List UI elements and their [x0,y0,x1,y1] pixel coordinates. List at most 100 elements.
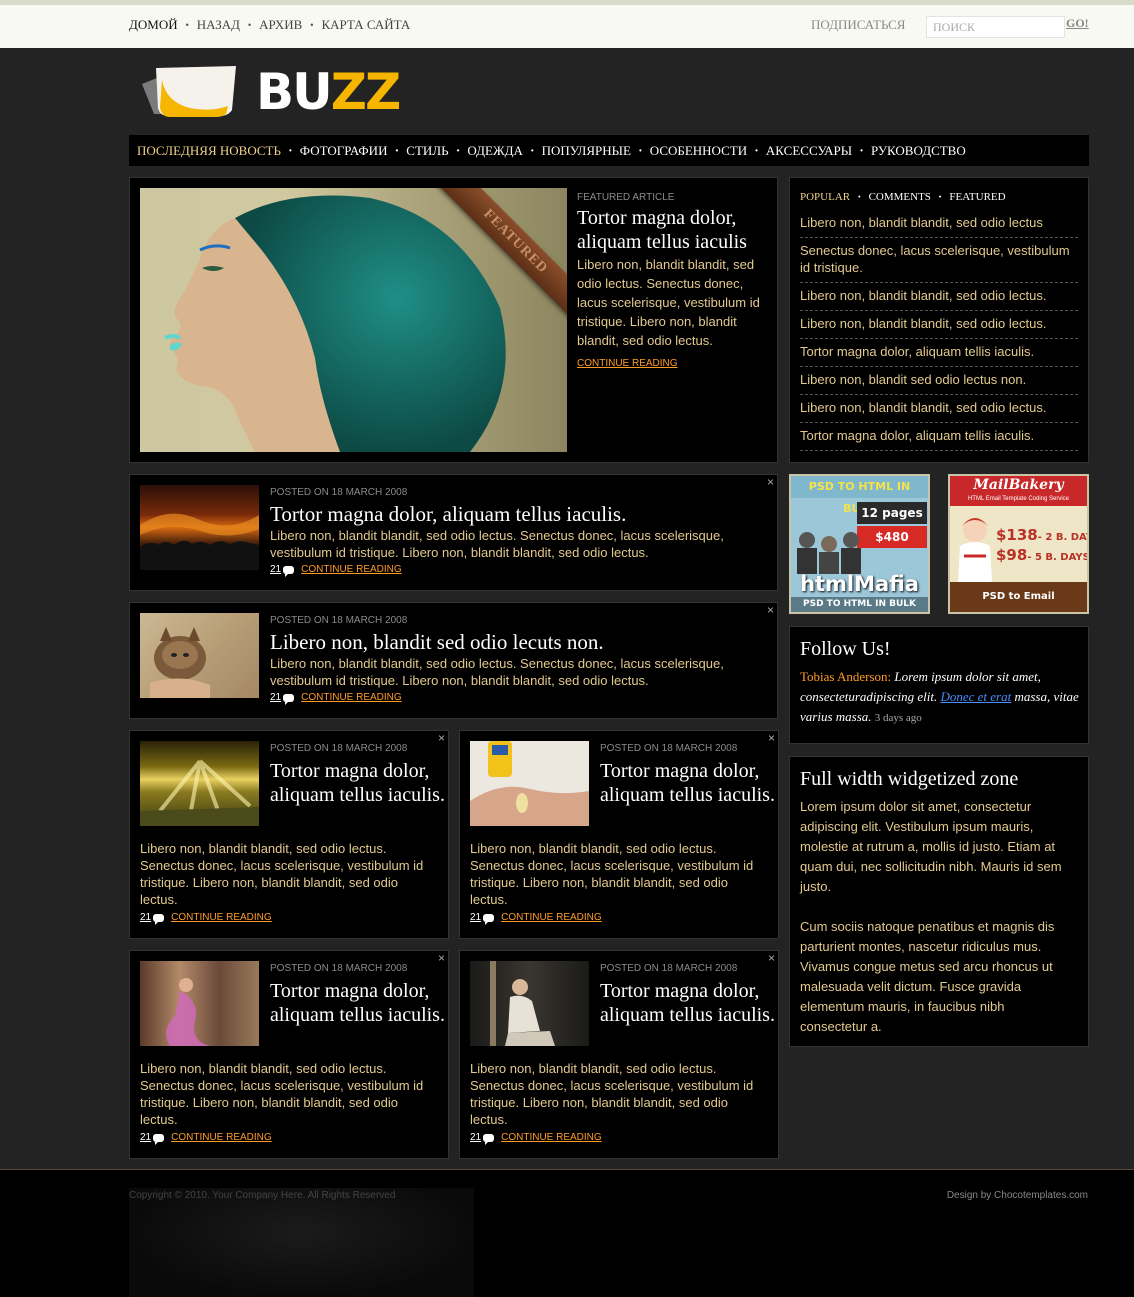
search-input[interactable] [926,16,1065,38]
post-excerpt: Libero non, blandit blandit, sed odio le… [470,1061,754,1127]
list-item[interactable]: Libero non, blandit blandit, sed odio le… [800,285,1078,311]
dancer-illustration [166,978,210,1046]
nav-popular[interactable]: ПОПУЛЯРНЫЕ [542,143,631,159]
subscribe-link[interactable]: ПОДПИСАТЬСЯ [811,17,905,33]
search-go-button[interactable]: GO! [1066,16,1089,31]
comment-bubble-icon [283,565,295,577]
list-item[interactable]: Libero non, blandit sed odio lectus non. [800,369,1078,395]
comment-bubble-icon [483,913,495,925]
close-icon[interactable]: × [767,603,774,617]
post-thumbnail[interactable] [140,485,259,570]
continue-reading-link[interactable]: CONTINUE READING [171,912,272,923]
list-item[interactable]: Libero non, blandit blandit, sed odio le… [800,313,1078,339]
post-thumbnail[interactable] [140,741,259,826]
tab-featured[interactable]: FEATURED [949,191,1005,203]
featured-image[interactable]: FEATURED [140,188,567,452]
comment-bubble-icon [283,693,295,705]
comment-bubble-icon [153,1133,165,1145]
featured-title[interactable]: Tortor magna dolor, aliquam tellus iacul… [577,206,767,254]
nav-latest-news[interactable]: ПОСЛЕДНЯЯ НОВОСТЬ [137,143,281,159]
post-title[interactable]: Tortor magna dolor, aliquam tellus iacul… [270,759,445,807]
post-excerpt: Libero non, blandit blandit, sed odio le… [270,528,724,560]
close-icon[interactable]: × [438,731,445,745]
separator-dot: • [185,20,189,30]
list-item[interactable]: Tortor magna dolor, aliquam tellis iacul… [800,425,1078,451]
close-icon[interactable]: × [438,951,445,965]
comment-count[interactable]: 21 [140,1132,151,1143]
nav-photos[interactable]: ФОТОГРАФИИ [300,143,388,159]
kitten-illustration [150,627,210,698]
list-item[interactable]: Tortor magna dolor, aliquam tellis iacul… [800,341,1078,367]
mafia-figures-illustration [797,532,861,574]
site-logo[interactable]: BUZZ [140,62,401,122]
ad-price-line-1: $138- 2 B. DAYS [996,526,1087,544]
top-nav-back[interactable]: НАЗАД [197,17,240,33]
copyright-text: Copyright © 2010. Your Company Here. All… [129,1190,396,1201]
post-thumbnail[interactable] [470,961,589,1046]
ad-price: $480 [857,526,927,548]
post-title[interactable]: Libero non, blandit sed odio lecuts non. [270,630,604,655]
post-card: × POSTED ON 18 MARCH 2008 Tortor magna d… [459,730,779,939]
comment-count[interactable]: 21 [470,1132,481,1143]
ad-banner-mailbakery[interactable]: MailBakery HTML Email Template Coding Se… [948,474,1089,614]
continue-reading-link[interactable]: CONTINUE READING [301,564,402,575]
separator-dot: • [310,20,314,30]
post-card: × POSTED ON 18 MARCH 2008 Tortor magna d… [459,950,779,1159]
post-title[interactable]: Tortor magna dolor, aliquam tellus iacul… [270,502,626,527]
tweet-link[interactable]: Donec et erat [940,689,1011,704]
post-date: POSTED ON 18 MARCH 2008 [270,963,408,974]
post-thumbnail[interactable] [470,741,589,826]
site-footer: Copyright © 2010. Your Company Here. All… [0,1169,1134,1297]
tab-comments[interactable]: COMMENTS [869,191,931,203]
post-thumbnail[interactable] [140,961,259,1046]
widget-title: Follow Us! [800,638,891,660]
comment-count[interactable]: 21 [270,564,281,575]
separator-dot: • [456,146,460,155]
continue-reading-link[interactable]: CONTINUE READING [501,912,602,923]
nav-clothes[interactable]: ОДЕЖДА [467,143,522,159]
continue-reading-link[interactable]: CONTINUE READING [171,1132,272,1143]
tab-popular[interactable]: POPULAR [800,191,850,203]
comment-count[interactable]: 21 [470,912,481,923]
top-nav-home[interactable]: ДОМОЙ [129,17,178,33]
post-title[interactable]: Tortor magna dolor, aliquam tellus iacul… [600,759,775,807]
ad-banner-htmlmafia[interactable]: PSD TO HTML IN BULK 12 pages $480 htmlMa… [789,474,930,614]
list-item[interactable]: Senectus donec, lacus scelerisque, vesti… [800,240,1078,283]
ad-subtitle: HTML Email Template Coding Service [967,496,1070,502]
featured-kicker: FEATURED ARTICLE [577,192,675,203]
logo-mark-icon [142,66,236,117]
ad-top-label: PSD TO HTML IN BULK [791,476,928,515]
ad-pages: 12 pages [857,502,927,524]
continue-reading-link[interactable]: CONTINUE READING [301,692,402,703]
nav-accessories[interactable]: АКСЕССУАРЫ [766,143,852,159]
post-footer: 21 CONTINUE READING [270,564,402,577]
post-thumbnail[interactable] [140,613,259,698]
post-title[interactable]: Tortor magna dolor, aliquam tellus iacul… [600,979,775,1027]
top-nav-sitemap[interactable]: КАРТА САЙТА [321,17,410,33]
post-date: POSTED ON 18 MARCH 2008 [270,487,408,498]
sunrays-landscape-illustration [140,759,259,826]
nav-guide[interactable]: РУКОВОДСТВО [871,143,966,159]
separator-dot: • [638,146,642,155]
nav-features[interactable]: ОСОБЕННОСТИ [650,143,747,159]
continue-reading-link[interactable]: CONTINUE READING [577,358,678,369]
list-item[interactable]: Libero non, blandit blandit, sed odio le… [800,397,1078,423]
post-card: × POSTED ON 18 MARCH 2008 Tortor magna d… [129,474,778,591]
top-nav-archive[interactable]: АРХИВ [259,17,302,33]
close-icon[interactable]: × [768,951,775,965]
tweet-author-link[interactable]: Tobias Anderson: [800,669,891,684]
close-icon[interactable]: × [767,475,774,489]
widget-paragraph: Lorem ipsum dolor sit amet, consectetur … [800,799,1062,894]
comment-bubble-icon [153,913,165,925]
nav-style[interactable]: СТИЛЬ [406,143,448,159]
comment-count[interactable]: 21 [140,912,151,923]
post-title[interactable]: Tortor magna dolor, aliquam tellus iacul… [270,979,445,1027]
designer-credit-link[interactable]: Design by Chocotemplates.com [947,1190,1088,1201]
post-card: × POSTED ON 18 MARCH 2008 Libero non, bl… [129,602,778,719]
close-icon[interactable]: × [768,731,775,745]
list-item[interactable]: Libero non, blandit blandit, sed odio le… [800,212,1078,238]
hand-bottle-illustration [470,741,589,826]
comment-count[interactable]: 21 [270,692,281,703]
baker-girl-illustration [958,518,992,582]
continue-reading-link[interactable]: CONTINUE READING [501,1132,602,1143]
